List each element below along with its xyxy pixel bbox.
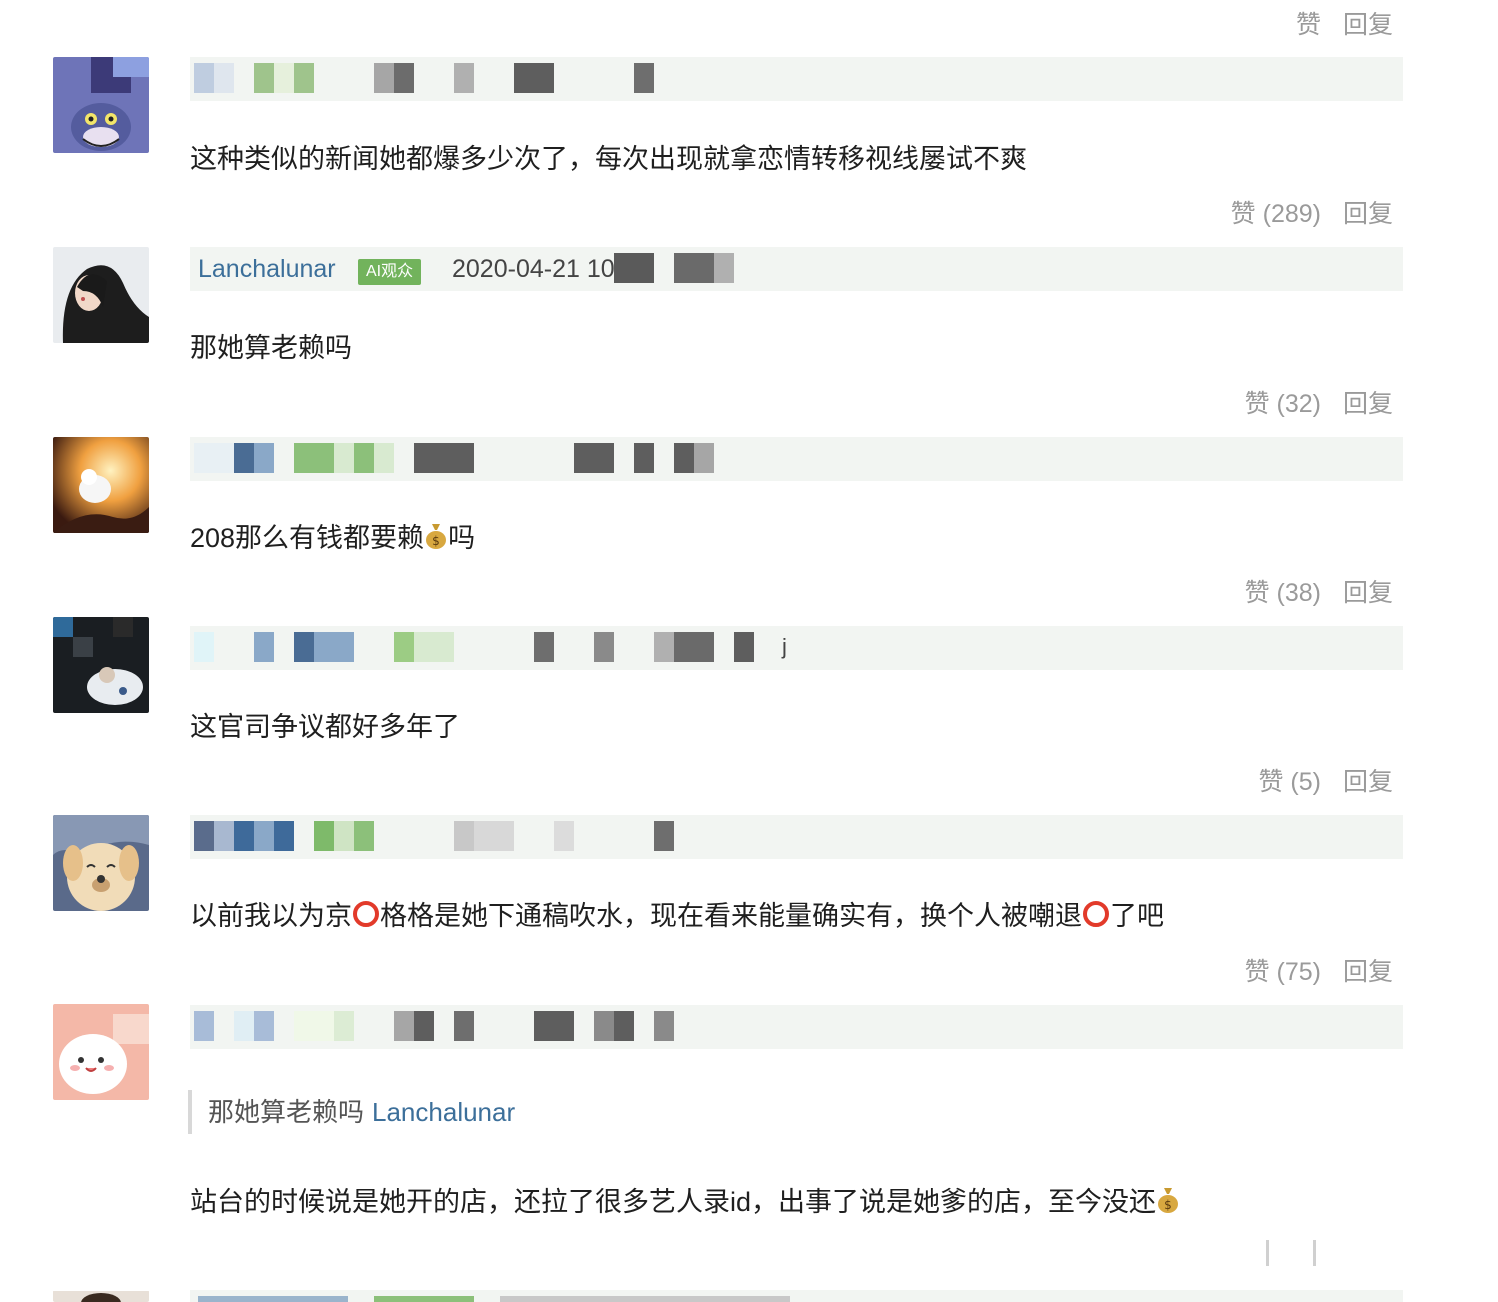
reply-button[interactable]: 回复 <box>1343 573 1393 609</box>
like-button[interactable]: 赞 (32) <box>1245 384 1321 420</box>
svg-text:$: $ <box>1164 1198 1172 1212</box>
comment-actions: 赞 (38) 回复 <box>1245 573 1393 609</box>
reply-button[interactable]: 回复 <box>1343 952 1393 988</box>
avatar[interactable] <box>53 617 149 713</box>
like-button[interactable]: 赞 <box>1296 5 1321 41</box>
user-meta-blurred <box>190 57 1403 101</box>
comment-text: 这种类似的新闻她都爆多少次了，每次出现就拿恋情转移视线屡试不爽 <box>190 144 1027 174</box>
avatar[interactable] <box>53 57 149 153</box>
comment-actions: 赞 (5) 回复 <box>1258 762 1393 798</box>
user-meta-blurred <box>190 1290 1403 1302</box>
scroll-marker <box>1266 1240 1269 1266</box>
avatar[interactable] <box>53 437 149 533</box>
username-link[interactable]: Lanchalunar <box>198 255 336 284</box>
quote-text: 那她算老赖吗 <box>208 1097 365 1127</box>
user-meta-blurred <box>190 437 1403 481</box>
avatar[interactable] <box>53 815 149 911</box>
reply-button[interactable]: 回复 <box>1343 762 1393 798</box>
like-button[interactable]: 赞 (38) <box>1245 573 1321 609</box>
scroll-marker <box>1313 1240 1316 1266</box>
comment-text-part: 以前我以为京 <box>190 901 352 931</box>
user-meta: Lanchalunar AI观众 2020-04-21 10:35 <box>190 247 1403 291</box>
reply-button[interactable]: 回复 <box>1343 5 1393 41</box>
money-bag-icon: $ <box>424 522 448 557</box>
comment-actions: 赞 (32) 回复 <box>1245 384 1393 420</box>
avatar[interactable] <box>53 247 149 343</box>
like-button[interactable]: 赞 (5) <box>1258 762 1321 798</box>
red-circle-icon <box>352 900 380 935</box>
quote-username-link[interactable]: Lanchalunar <box>372 1097 515 1127</box>
svg-text:$: $ <box>432 534 440 548</box>
reply-button[interactable]: 回复 <box>1343 194 1393 230</box>
avatar[interactable] <box>53 1004 149 1100</box>
comment-actions-top: 赞 回复 <box>1296 5 1393 41</box>
user-meta-blurred <box>190 815 1403 859</box>
money-bag-icon: $ <box>1156 1186 1180 1221</box>
comment-text: 这官司争议都好多年了 <box>190 712 460 742</box>
avatar[interactable] <box>53 1290 149 1302</box>
comment-text: 208那么有钱都要赖 $ 吗 <box>190 516 475 557</box>
user-meta-blurred: j <box>190 626 1403 670</box>
comment-actions: 赞 (289) 回复 <box>1231 194 1393 230</box>
red-circle-icon <box>1082 900 1110 935</box>
like-button[interactable]: 赞 (75) <box>1245 952 1321 988</box>
comment-text: 那她算老赖吗 <box>190 333 352 363</box>
like-button[interactable]: 赞 (289) <box>1231 194 1321 230</box>
username-fragment: j <box>782 634 787 659</box>
comment-actions: 赞 (75) 回复 <box>1245 952 1393 988</box>
comment-text-part: 站台的时候说是她开的店，还拉了很多艺人录id，出事了说是她爹的店，至今没还 <box>190 1187 1157 1217</box>
comment-text: 站台的时候说是她开的店，还拉了很多艺人录id，出事了说是她爹的店，至今没还 $ <box>190 1180 1180 1221</box>
user-badge: AI观众 <box>358 259 422 285</box>
comment-text-part: 208那么有钱都要赖 <box>190 523 425 553</box>
quoted-reply: 那她算老赖吗 Lanchalunar <box>188 1090 515 1134</box>
comment-text-part: 了吧 <box>1110 901 1164 931</box>
comment-text: 以前我以为京 格格是她下通稿吹水，现在看来能量确实有，换个人被嘲退 了吧 <box>190 894 1164 935</box>
user-meta-blurred <box>190 1005 1403 1049</box>
comment-text-part: 吗 <box>448 523 476 553</box>
comment-text-part: 格格是她下通稿吹水，现在看来能量确实有，换个人被嘲退 <box>380 901 1082 931</box>
reply-button[interactable]: 回复 <box>1343 384 1393 420</box>
